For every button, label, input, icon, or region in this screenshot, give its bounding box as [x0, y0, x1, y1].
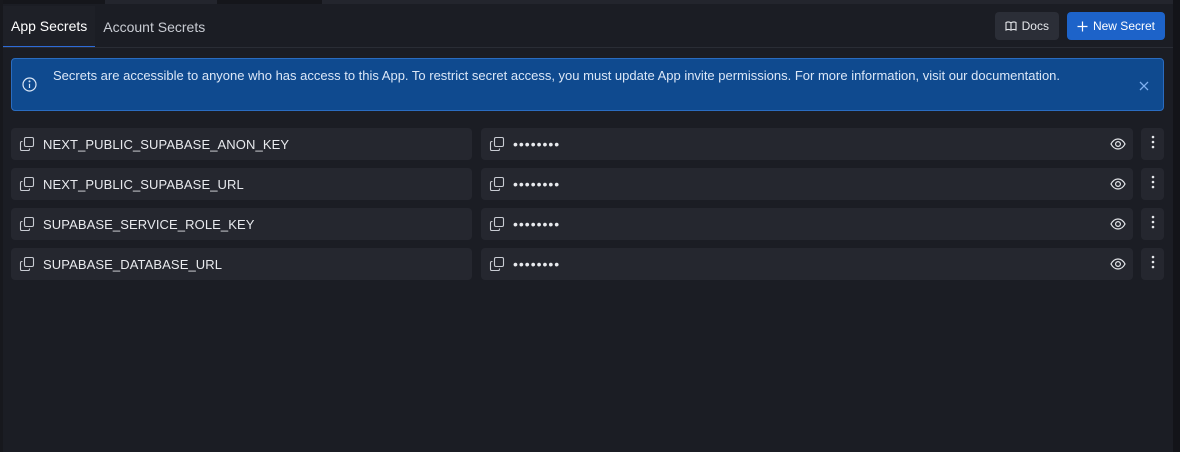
- secret-key-field[interactable]: SUPABASE_SERVICE_ROLE_KEY: [11, 208, 472, 240]
- copy-icon[interactable]: [19, 176, 35, 192]
- new-secret-button[interactable]: New Secret: [1066, 12, 1165, 40]
- secret-value-masked: ••••••••: [513, 256, 561, 272]
- more-vertical-icon: [1151, 135, 1155, 154]
- new-secret-label: New Secret: [1092, 19, 1155, 33]
- app-secrets-panel: App Secrets Account Secrets Docs New Sec…: [0, 0, 1180, 452]
- top-strip: [0, 0, 1180, 4]
- secret-value-field[interactable]: ••••••••: [481, 128, 1133, 160]
- secret-value-masked: ••••••••: [513, 136, 561, 152]
- copy-icon[interactable]: [489, 216, 505, 232]
- copy-icon[interactable]: [489, 136, 505, 152]
- plus-icon: [1077, 21, 1088, 32]
- docs-button[interactable]: Docs: [994, 12, 1059, 40]
- copy-icon[interactable]: [19, 216, 35, 232]
- secrets-list: NEXT_PUBLIC_SUPABASE_ANON_KEY •••••••• NEX…: [11, 128, 1164, 288]
- banner-message: Secrets are accessible to anyone who has…: [53, 68, 1061, 83]
- eye-icon[interactable]: [1110, 176, 1126, 197]
- eye-icon[interactable]: [1110, 256, 1126, 277]
- secret-row: NEXT_PUBLIC_SUPABASE_ANON_KEY ••••••••: [11, 128, 1164, 160]
- book-icon: [1005, 20, 1017, 32]
- secret-value-field[interactable]: ••••••••: [481, 208, 1133, 240]
- left-edge: [0, 0, 3, 452]
- docs-label: Docs: [1021, 19, 1049, 33]
- secret-key-field[interactable]: SUPABASE_DATABASE_URL: [11, 248, 472, 280]
- secret-value-field[interactable]: ••••••••: [481, 168, 1133, 200]
- secret-row: NEXT_PUBLIC_SUPABASE_URL ••••••••: [11, 168, 1164, 200]
- more-options-button[interactable]: [1141, 168, 1164, 200]
- header-actions: Docs New Secret: [994, 12, 1165, 40]
- top-tab-segment: [322, 0, 1180, 4]
- secret-value-masked: ••••••••: [513, 216, 561, 232]
- secrets-tabs: App Secrets Account Secrets: [3, 6, 213, 48]
- tabs-divider: [3, 47, 1173, 48]
- secret-value-field[interactable]: ••••••••: [481, 248, 1133, 280]
- secret-key-name: SUPABASE_DATABASE_URL: [43, 256, 223, 272]
- more-vertical-icon: [1151, 175, 1155, 194]
- more-vertical-icon: [1151, 255, 1155, 274]
- copy-icon[interactable]: [489, 256, 505, 272]
- top-tab-segment: [105, 0, 217, 4]
- tab-account-secrets[interactable]: Account Secrets: [95, 6, 213, 48]
- tab-app-secrets[interactable]: App Secrets: [3, 6, 96, 48]
- secret-key-name: NEXT_PUBLIC_SUPABASE_ANON_KEY: [43, 136, 290, 152]
- close-icon[interactable]: [1139, 78, 1149, 96]
- secret-key-field[interactable]: NEXT_PUBLIC_SUPABASE_URL: [11, 168, 472, 200]
- secret-key-field[interactable]: NEXT_PUBLIC_SUPABASE_ANON_KEY: [11, 128, 472, 160]
- copy-icon[interactable]: [19, 136, 35, 152]
- more-options-button[interactable]: [1141, 208, 1164, 240]
- copy-icon[interactable]: [19, 256, 35, 272]
- secret-value-masked: ••••••••: [513, 176, 561, 192]
- secret-key-name: SUPABASE_SERVICE_ROLE_KEY: [43, 216, 255, 232]
- scrollbar-track[interactable]: [1173, 0, 1180, 452]
- eye-icon[interactable]: [1110, 136, 1126, 157]
- copy-icon[interactable]: [489, 176, 505, 192]
- info-banner: Secrets are accessible to anyone who has…: [11, 58, 1164, 111]
- more-options-button[interactable]: [1141, 128, 1164, 160]
- info-icon: [22, 77, 37, 97]
- more-vertical-icon: [1151, 215, 1155, 234]
- eye-icon[interactable]: [1110, 216, 1126, 237]
- secret-row: SUPABASE_DATABASE_URL ••••••••: [11, 248, 1164, 280]
- secret-row: SUPABASE_SERVICE_ROLE_KEY ••••••••: [11, 208, 1164, 240]
- more-options-button[interactable]: [1141, 248, 1164, 280]
- secret-key-name: NEXT_PUBLIC_SUPABASE_URL: [43, 176, 244, 192]
